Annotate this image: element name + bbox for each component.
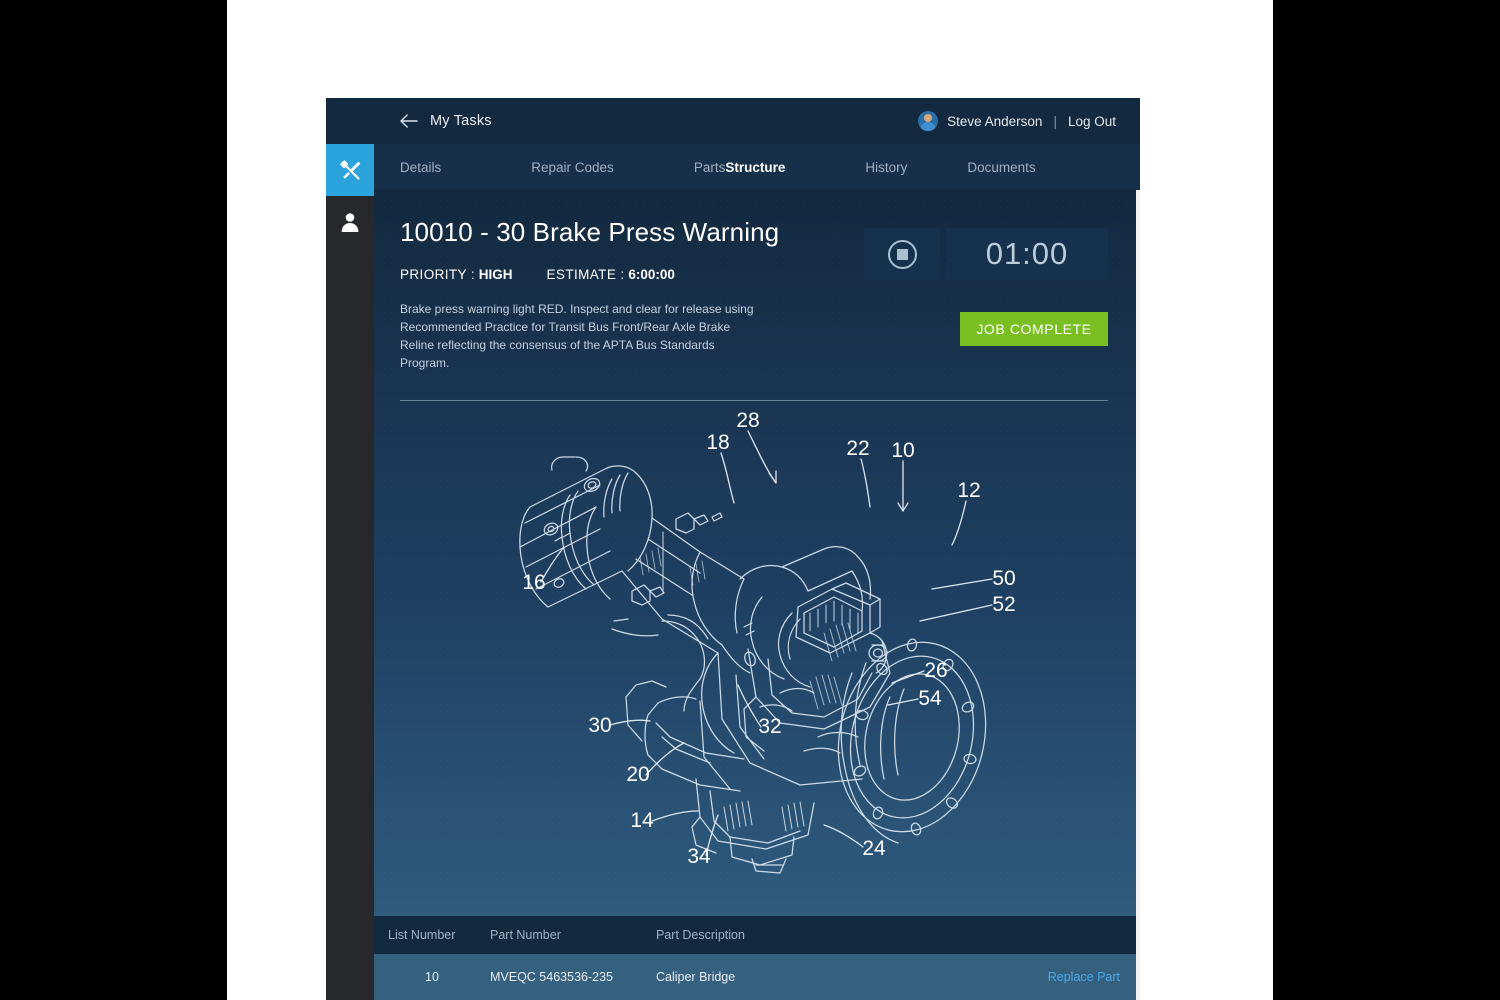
callout-20: 20 bbox=[626, 763, 649, 786]
user-name: Steve Anderson bbox=[947, 113, 1043, 129]
back-arrow-icon[interactable] bbox=[400, 112, 418, 130]
table-row[interactable]: 10 MVEQC 5463536-235 Caliper Bridge Repl… bbox=[374, 954, 1140, 1000]
estimate-label: ESTIMATE : bbox=[546, 266, 625, 282]
app-window: My Tasks Steve Anderson | Log Out Detail… bbox=[326, 98, 1140, 1000]
tab-structure[interactable]: Structure bbox=[725, 160, 785, 175]
timer-display: 01:00 bbox=[946, 228, 1108, 280]
callout-12: 12 bbox=[957, 479, 980, 502]
job-header: 10010 - 30 Brake Press Warning PRIORITY … bbox=[400, 218, 1108, 372]
callout-30: 30 bbox=[588, 714, 611, 737]
sidebar-item-tasks[interactable] bbox=[326, 144, 374, 196]
estimate-field: ESTIMATE : 6:00:00 bbox=[547, 267, 675, 282]
avatar-body bbox=[920, 122, 937, 131]
tab-parts[interactable]: Parts bbox=[694, 160, 726, 175]
letterbox-left bbox=[0, 0, 227, 1000]
table-header-row: List Number Part Number Part Description bbox=[374, 916, 1140, 954]
replace-part-link[interactable]: Replace Part bbox=[1048, 970, 1120, 984]
tab-history[interactable]: History bbox=[865, 160, 907, 175]
rail-header-spacer bbox=[326, 98, 374, 144]
user-separator: | bbox=[1053, 113, 1057, 129]
letterbox-right bbox=[1273, 0, 1500, 1000]
tab-repair-codes[interactable]: Repair Codes bbox=[531, 160, 614, 175]
tab-details[interactable]: Details bbox=[400, 160, 441, 175]
estimate-value: 6:00:00 bbox=[628, 266, 675, 282]
timer-stop-button[interactable] bbox=[864, 228, 940, 280]
callout-22: 22 bbox=[846, 437, 869, 460]
breadcrumb[interactable]: My Tasks bbox=[430, 113, 492, 129]
callout-16: 16 bbox=[522, 571, 545, 594]
tab-bar: Details Repair Codes Parts Structure His… bbox=[374, 144, 1140, 190]
callout-50: 50 bbox=[992, 567, 1015, 590]
cell-part-number: MVEQC 5463536-235 bbox=[490, 970, 613, 984]
screenshot-stage: My Tasks Steve Anderson | Log Out Detail… bbox=[0, 0, 1500, 1000]
tools-icon bbox=[338, 158, 362, 182]
timer-widget: 01:00 bbox=[864, 228, 1108, 280]
sidebar-item-profile[interactable] bbox=[326, 196, 374, 248]
priority-value: HIGH bbox=[478, 266, 513, 282]
column-header-list-number: List Number bbox=[388, 928, 456, 942]
user-menu: Steve Anderson | Log Out bbox=[918, 111, 1116, 131]
avatar[interactable] bbox=[918, 111, 939, 131]
callout-24: 24 bbox=[862, 837, 886, 860]
column-header-part-description: Part Description bbox=[656, 928, 745, 942]
page-title: 10010 - 30 Brake Press Warning bbox=[400, 217, 780, 247]
callout-26: 26 bbox=[924, 659, 947, 682]
top-bar: My Tasks Steve Anderson | Log Out bbox=[340, 98, 1140, 144]
callout-14: 14 bbox=[630, 809, 654, 832]
callout-52: 52 bbox=[992, 593, 1015, 616]
main-content: 10010 - 30 Brake Press Warning PRIORITY … bbox=[374, 190, 1140, 1000]
job-actions: 01:00 JOB COMPLETE bbox=[864, 218, 1108, 346]
cell-part-description: Caliper Bridge bbox=[656, 970, 736, 984]
logout-link[interactable]: Log Out bbox=[1068, 114, 1116, 129]
priority-label: PRIORITY : bbox=[400, 266, 476, 282]
stop-icon bbox=[887, 239, 917, 269]
callout-18: 18 bbox=[706, 431, 729, 454]
sidebar-rail bbox=[326, 98, 374, 1000]
job-meta: PRIORITY : HIGH ESTIMATE : 6:00:00 bbox=[400, 267, 864, 282]
person-icon bbox=[339, 211, 361, 233]
column-header-part-number: Part Number bbox=[490, 928, 561, 942]
job-complete-button[interactable]: JOB COMPLETE bbox=[960, 312, 1108, 346]
avatar-head bbox=[924, 114, 933, 122]
callout-34: 34 bbox=[687, 845, 711, 868]
section-divider bbox=[400, 399, 1108, 401]
cell-list-number: 10 bbox=[425, 970, 439, 984]
parts-table: List Number Part Number Part Description… bbox=[374, 916, 1140, 1000]
stop-square bbox=[896, 248, 908, 260]
tab-documents[interactable]: Documents bbox=[967, 160, 1035, 175]
callout-32: 32 bbox=[758, 715, 781, 738]
priority-field: PRIORITY : HIGH bbox=[400, 267, 513, 282]
callout-28: 28 bbox=[736, 409, 759, 432]
blueprint-svg: 28 18 22 10 12 16 50 52 26 54 30 32 20 1… bbox=[519, 409, 1016, 874]
callout-10: 10 bbox=[891, 439, 914, 462]
structure-diagram[interactable]: 28 18 22 10 12 16 50 52 26 54 30 32 20 1… bbox=[400, 407, 1108, 897]
callout-54: 54 bbox=[918, 687, 942, 710]
job-description: Brake press warning light RED. Inspect a… bbox=[400, 301, 754, 370]
